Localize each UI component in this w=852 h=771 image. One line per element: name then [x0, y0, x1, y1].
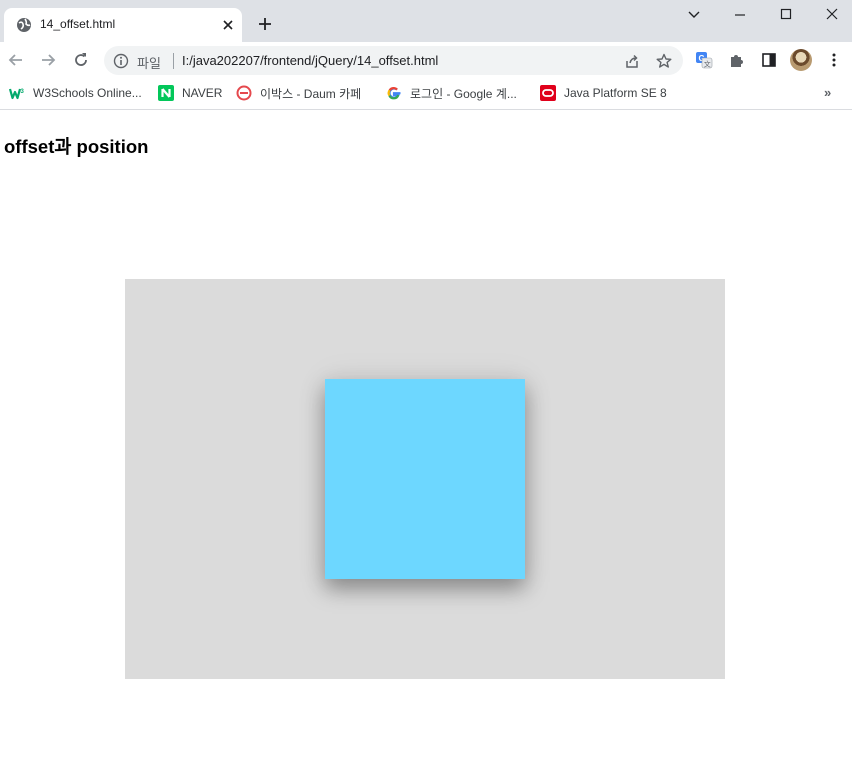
w3schools-icon: 3: [9, 85, 25, 101]
bookmark-star-icon[interactable]: [655, 52, 673, 70]
bookmark-java-platform[interactable]: Java Platform SE 8: [540, 84, 667, 102]
inner-blue-box: [325, 379, 525, 579]
outer-gray-box: [125, 279, 725, 679]
site-info-icon[interactable]: [113, 53, 129, 69]
profile-avatar[interactable]: [790, 49, 812, 71]
translate-icon[interactable]: G文: [695, 51, 713, 69]
bookmarks-bar: 3 W3Schools Online... NAVER 이박스 - Daum 카…: [0, 78, 852, 110]
minimize-icon[interactable]: [729, 6, 751, 24]
close-tab-icon[interactable]: [220, 17, 236, 33]
browser-toolbar: 파일 I:/java202207/frontend/jQuery/14_offs…: [0, 42, 852, 78]
bookmark-label: NAVER: [182, 86, 223, 100]
svg-text:3: 3: [21, 89, 25, 95]
bookmark-label: Java Platform SE 8: [564, 86, 667, 100]
bookmark-label: 이박스 - Daum 카페: [260, 86, 362, 101]
reload-icon[interactable]: [71, 50, 91, 70]
tab-title: 14_offset.html: [40, 17, 116, 31]
maximize-icon[interactable]: [775, 6, 797, 24]
bookmark-w3schools[interactable]: 3 W3Schools Online...: [9, 84, 142, 102]
forward-arrow-icon[interactable]: [38, 50, 58, 70]
bookmark-label: 로그인 - Google 계...: [410, 86, 517, 101]
new-tab-icon[interactable]: [256, 15, 274, 33]
oracle-icon: [540, 85, 556, 101]
bookmark-naver[interactable]: NAVER: [158, 84, 222, 102]
omnibox-divider: [173, 53, 174, 69]
url-scheme-label: 파일: [137, 56, 161, 71]
page-content: offset과 position: [0, 111, 852, 771]
extensions-puzzle-icon[interactable]: [728, 51, 746, 69]
bookmarks-overflow-icon[interactable]: »: [824, 85, 831, 100]
svg-text:文: 文: [704, 60, 711, 69]
globe-icon: [16, 17, 32, 33]
bookmark-label: W3Schools Online...: [33, 86, 142, 100]
address-bar[interactable]: 파일 I:/java202207/frontend/jQuery/14_offs…: [104, 46, 683, 75]
naver-icon: [158, 85, 174, 101]
close-window-icon[interactable]: [821, 6, 843, 24]
side-panel-icon[interactable]: [760, 51, 778, 69]
browser-tab[interactable]: 14_offset.html: [4, 8, 242, 42]
back-arrow-icon[interactable]: [6, 50, 26, 70]
bookmark-daum-cafe[interactable]: 이박스 - Daum 카페: [236, 84, 361, 102]
daum-cafe-icon: [236, 85, 252, 101]
share-icon[interactable]: [623, 52, 641, 70]
bookmark-google-login[interactable]: 로그인 - Google 계...: [386, 84, 517, 102]
menu-kebab-icon[interactable]: [825, 51, 843, 69]
url-text[interactable]: I:/java202207/frontend/jQuery/14_offset.…: [182, 53, 438, 68]
tab-strip: 14_offset.html: [0, 0, 852, 42]
tab-search-icon[interactable]: [683, 6, 705, 24]
google-icon: [386, 85, 402, 101]
page-heading: offset과 position: [4, 136, 149, 157]
